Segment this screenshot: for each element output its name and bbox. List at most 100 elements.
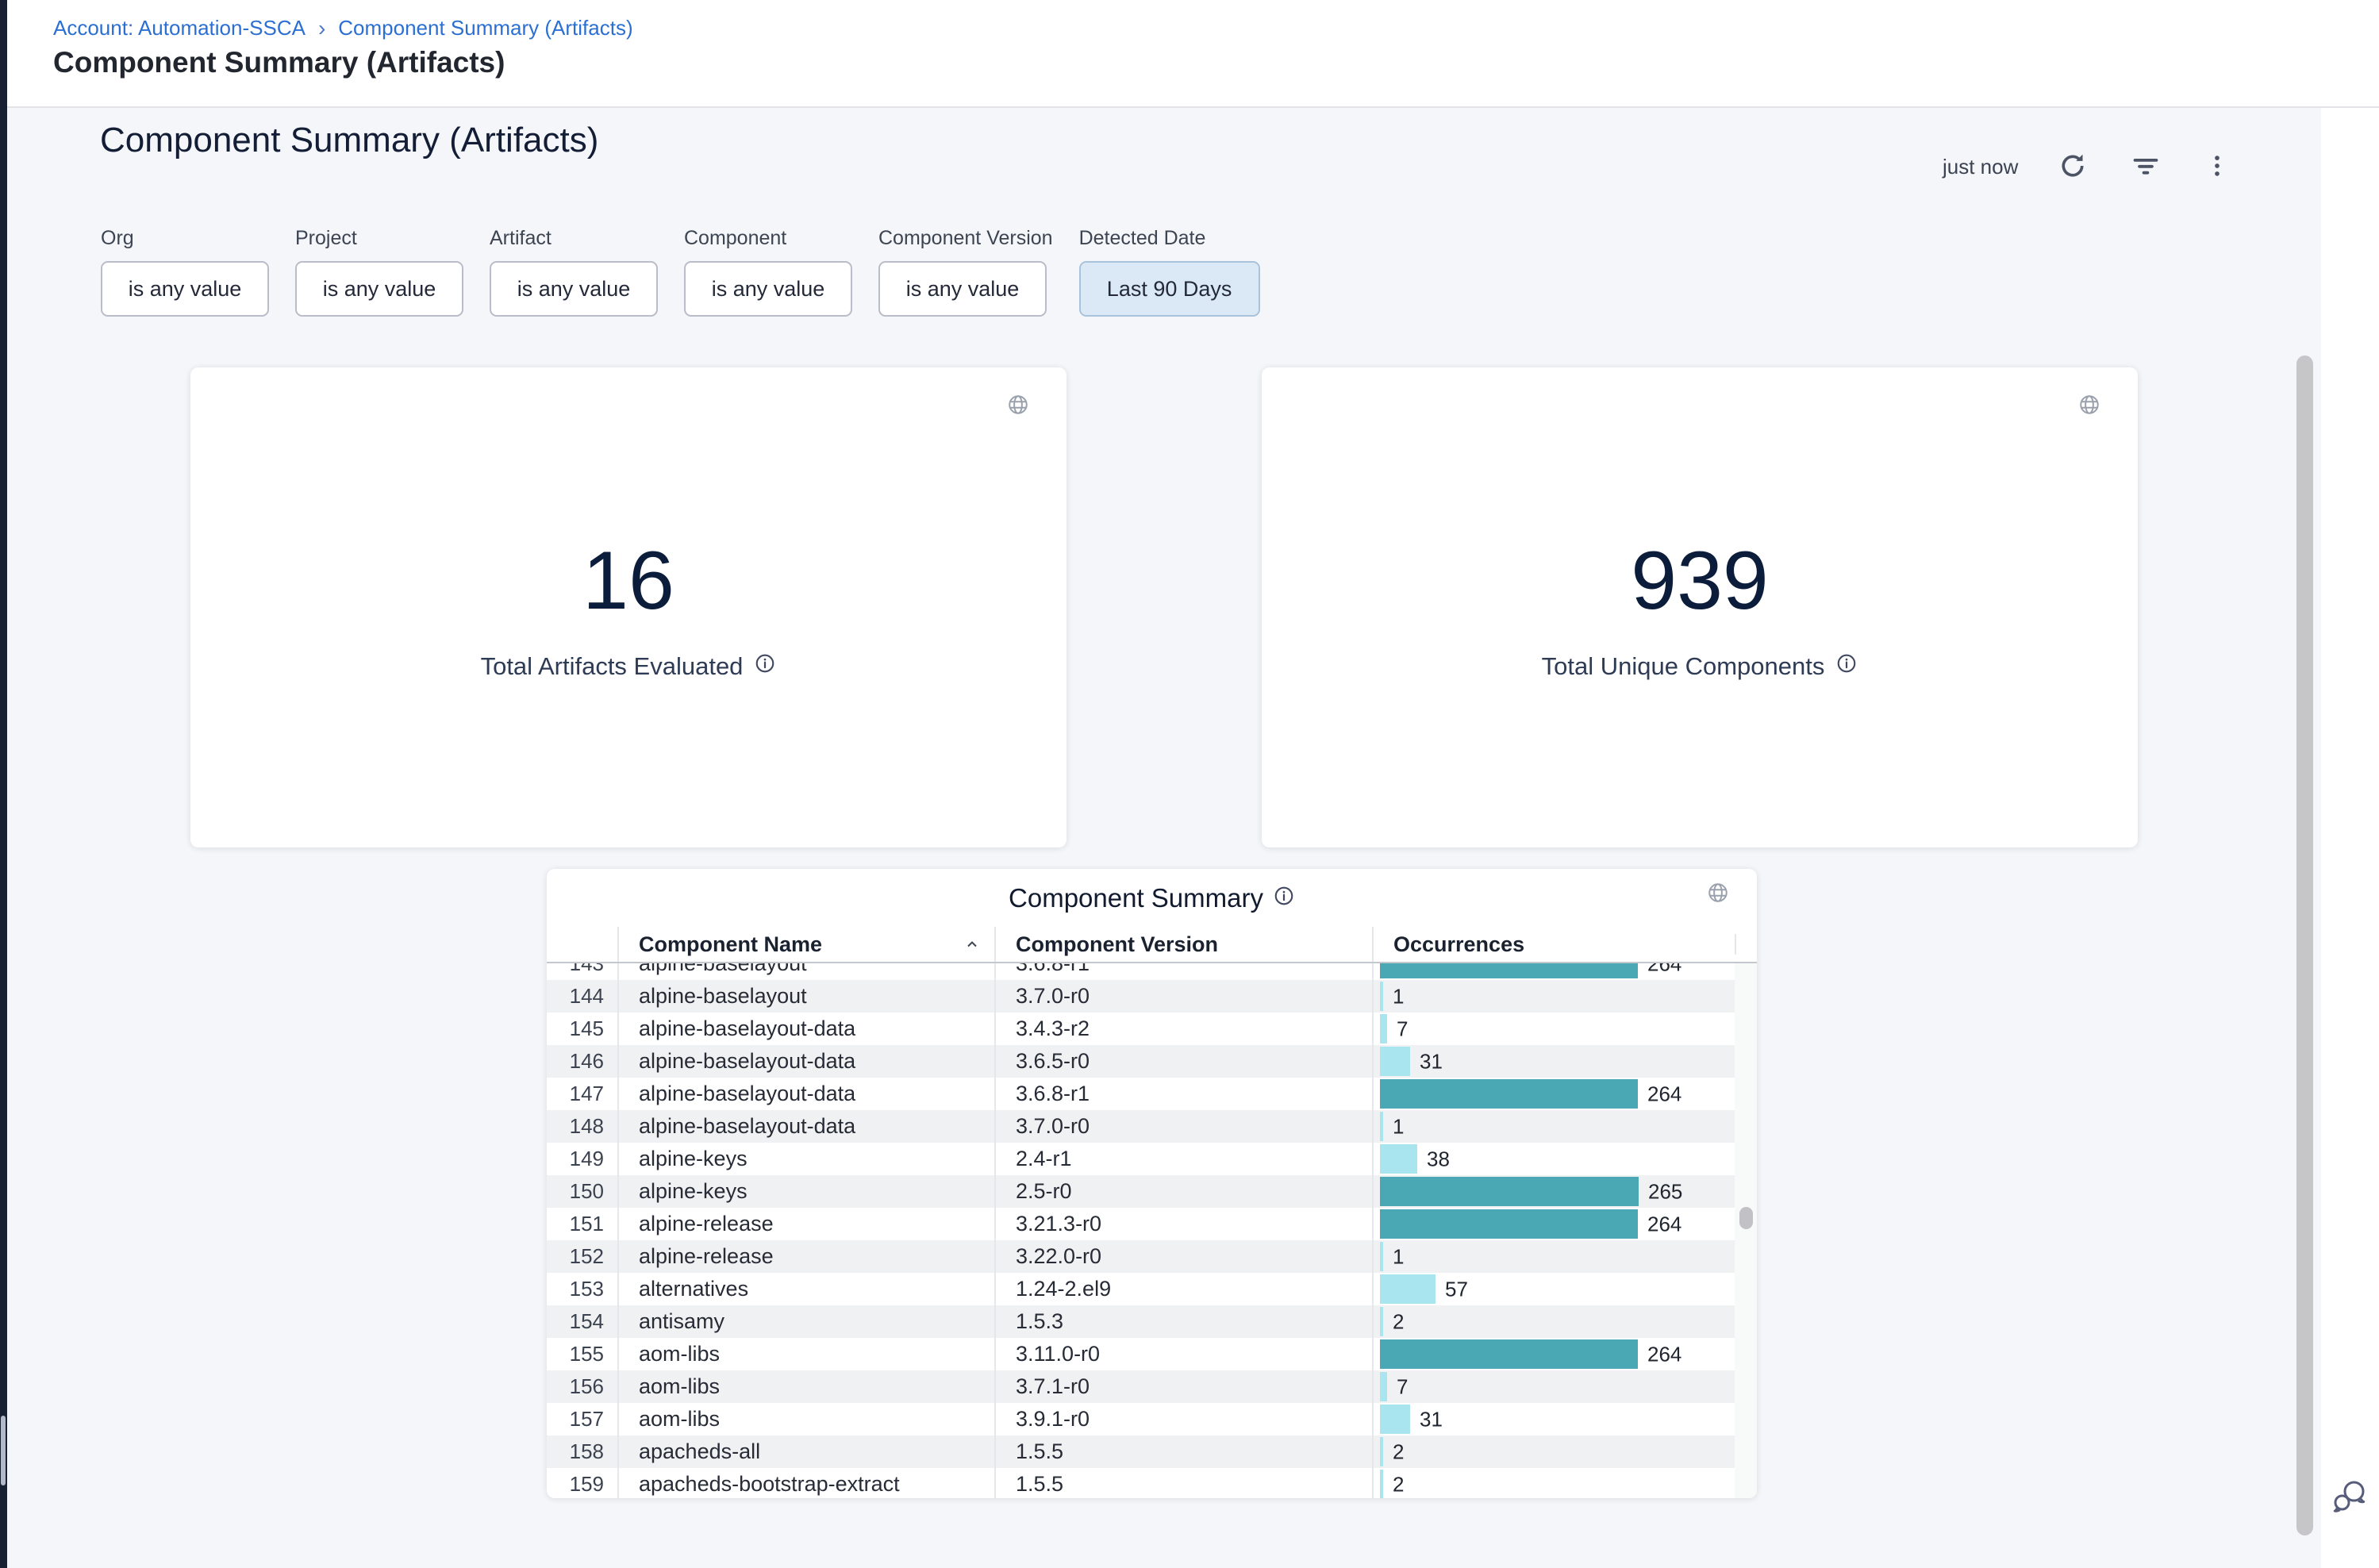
component-version-cell: 3.6.5-r0	[994, 1045, 1372, 1078]
row-number: 159	[547, 1468, 617, 1498]
component-version-cell: 1.5.3	[994, 1305, 1372, 1338]
row-number-column-header	[547, 927, 617, 962]
occurrences-cell: 2	[1372, 1468, 1735, 1498]
page-scrollbar-thumb[interactable]	[2296, 355, 2313, 1535]
table-row[interactable]: 150alpine-keys2.5-r0265	[547, 1175, 1757, 1208]
component-version-cell: 2.4-r1	[994, 1143, 1372, 1175]
filter-value-button-component-version[interactable]: is any value	[878, 261, 1047, 317]
filter-component: Componentis any value	[684, 227, 852, 317]
table-row[interactable]: 143alpine-baselayout3.6.8-r1264	[547, 963, 1757, 980]
table-row[interactable]: 157aom-libs3.9.1-r031	[547, 1403, 1757, 1435]
table-title-row: Component Summary	[547, 869, 1757, 927]
component-version-cell: 3.4.3-r2	[994, 1013, 1372, 1045]
component-version-cell: 3.6.8-r1	[994, 963, 1372, 980]
stat-label: Total Unique Components	[1542, 652, 1825, 681]
table-row[interactable]: 158apacheds-all1.5.52	[547, 1435, 1757, 1468]
component-version-cell: 1.5.5	[994, 1435, 1372, 1468]
component-version-cell: 1.5.5	[994, 1468, 1372, 1498]
sidebar-scrollbar-thumb[interactable]	[1, 1416, 6, 1485]
occurrences-cell: 38	[1372, 1143, 1735, 1175]
table-header-row: Component Name Component Version Occurre…	[547, 927, 1757, 963]
row-number: 145	[547, 1013, 617, 1045]
row-number: 151	[547, 1208, 617, 1240]
component-version-cell: 3.7.1-r0	[994, 1370, 1372, 1403]
filter-value-button-org[interactable]: is any value	[101, 261, 269, 317]
breadcrumb-separator-icon: ›	[318, 17, 325, 40]
occurrences-cell: 264	[1372, 1078, 1735, 1110]
filter-icon	[2131, 151, 2161, 183]
occurrences-bar	[1380, 1112, 1383, 1141]
table-scrollbar-thumb[interactable]	[1739, 1207, 1753, 1229]
refresh-button[interactable]	[2054, 148, 2091, 186]
table-row[interactable]: 154antisamy1.5.32	[547, 1305, 1757, 1338]
occurrences-value: 264	[1647, 1342, 1681, 1366]
page-scrollbar-track[interactable]	[2293, 108, 2319, 1568]
row-number: 149	[547, 1143, 617, 1175]
table-row[interactable]: 156aom-libs3.7.1-r07	[547, 1370, 1757, 1403]
occurrences-bar	[1380, 1047, 1410, 1076]
table-row[interactable]: 151alpine-release3.21.3-r0264	[547, 1208, 1757, 1240]
occurrences-cell: 2	[1372, 1305, 1735, 1338]
breadcrumb: Account: Automation-SSCA › Component Sum…	[53, 16, 633, 40]
table-scrollbar-track[interactable]	[1735, 963, 1757, 1498]
component-name-cell: alpine-keys	[617, 1143, 994, 1175]
component-name-cell: aom-libs	[617, 1370, 994, 1403]
row-number: 147	[547, 1078, 617, 1110]
component-name-cell: alpine-release	[617, 1208, 994, 1240]
component-name-cell: alpine-baselayout	[617, 980, 994, 1013]
component-name-cell: alpine-baselayout	[617, 963, 994, 980]
occurrences-cell: 1	[1372, 980, 1735, 1013]
chat-bubbles-icon	[2331, 1508, 2369, 1520]
table-row[interactable]: 145alpine-baselayout-data3.4.3-r27	[547, 1013, 1757, 1045]
occurrences-cell: 1	[1372, 1240, 1735, 1273]
table-row[interactable]: 149alpine-keys2.4-r138	[547, 1143, 1757, 1175]
component-version-cell: 3.9.1-r0	[994, 1403, 1372, 1435]
occurrences-bar	[1380, 1372, 1387, 1401]
table-row[interactable]: 144alpine-baselayout3.7.0-r01	[547, 980, 1757, 1013]
component-name-cell: alpine-baselayout-data	[617, 1078, 994, 1110]
table-row[interactable]: 146alpine-baselayout-data3.6.5-r031	[547, 1045, 1757, 1078]
row-number: 156	[547, 1370, 617, 1403]
filter-project: Projectis any value	[295, 227, 463, 317]
occurrences-value: 31	[1420, 1049, 1443, 1074]
occurrences-bar	[1380, 1144, 1417, 1174]
info-icon[interactable]	[754, 652, 776, 681]
table-row[interactable]: 155aom-libs3.11.0-r0264	[547, 1338, 1757, 1370]
more-options-button[interactable]	[2200, 148, 2234, 186]
column-header-occurrences[interactable]: Occurrences	[1372, 927, 1735, 962]
column-header-component-version[interactable]: Component Version	[994, 927, 1372, 962]
occurrences-cell: 57	[1372, 1273, 1735, 1305]
header-gutter-divider	[1735, 934, 1757, 955]
collapsed-sidebar[interactable]	[0, 0, 7, 1568]
component-name-cell: antisamy	[617, 1305, 994, 1338]
occurrences-value: 1	[1393, 1114, 1404, 1139]
table-row[interactable]: 152alpine-release3.22.0-r01	[547, 1240, 1757, 1273]
row-number: 158	[547, 1435, 617, 1468]
table-row[interactable]: 147alpine-baselayout-data3.6.8-r1264	[547, 1078, 1757, 1110]
breadcrumb-current-link[interactable]: Component Summary (Artifacts)	[338, 16, 632, 40]
filter-label: Org	[101, 227, 269, 250]
filter-value-button-detected-date[interactable]: Last 90 Days	[1079, 261, 1260, 317]
occurrences-cell: 264	[1372, 963, 1735, 980]
table-row[interactable]: 148alpine-baselayout-data3.7.0-r01	[547, 1110, 1757, 1143]
table-body[interactable]: 143alpine-baselayout3.6.8-r1264144alpine…	[547, 963, 1757, 1498]
chat-help-button[interactable]	[2331, 1478, 2369, 1517]
filter-value-button-component[interactable]: is any value	[684, 261, 852, 317]
component-version-cell: 3.6.8-r1	[994, 1078, 1372, 1110]
table-row[interactable]: 153alternatives1.24-2.el957	[547, 1273, 1757, 1305]
occurrences-value: 2	[1393, 1309, 1404, 1334]
table-row[interactable]: 159apacheds-bootstrap-extract1.5.52	[547, 1468, 1757, 1498]
info-icon[interactable]	[1835, 652, 1858, 681]
stat-value: 939	[1631, 540, 1769, 622]
globe-icon	[1706, 881, 1730, 909]
info-icon[interactable]	[1273, 883, 1295, 913]
occurrences-value: 57	[1445, 1277, 1468, 1301]
filter-value-button-artifact[interactable]: is any value	[490, 261, 658, 317]
breadcrumb-account-link[interactable]: Account: Automation-SSCA	[53, 16, 306, 40]
dashboard-filters-button[interactable]	[2127, 148, 2164, 186]
filter-value-button-project[interactable]: is any value	[295, 261, 463, 317]
column-header-component-name[interactable]: Component Name	[617, 927, 994, 962]
occurrences-cell: 265	[1372, 1175, 1735, 1208]
component-version-cell: 3.7.0-r0	[994, 980, 1372, 1013]
globe-icon	[1006, 393, 1030, 421]
